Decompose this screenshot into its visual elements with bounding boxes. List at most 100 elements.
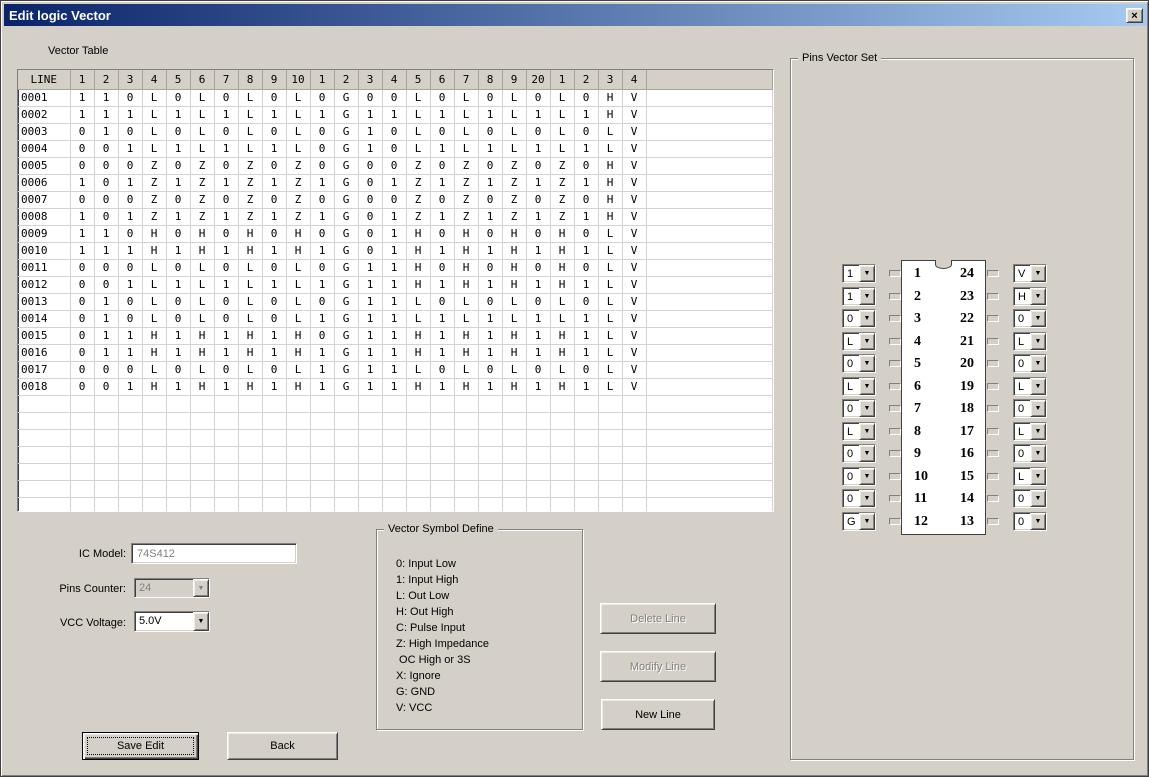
vector-table-row[interactable]: 0015011H1H1H1H0G11H1H1H1H1LV xyxy=(18,327,773,344)
back-button[interactable]: Back xyxy=(227,732,338,760)
vector-table-row[interactable]: 0018001H1H1H1H1G11H1H1H1H1LV xyxy=(18,378,773,395)
dropdown-arrow-icon[interactable]: ▼ xyxy=(859,400,875,417)
close-button[interactable]: × xyxy=(1126,8,1143,23)
vector-value-cell: 1 xyxy=(526,242,550,259)
pin-22-vector-select[interactable]: 0▼ xyxy=(1013,309,1047,328)
vector-value-cell: Z xyxy=(142,157,166,174)
dropdown-arrow-icon[interactable]: ▼ xyxy=(1030,423,1046,440)
vector-value-cell: H xyxy=(598,157,622,174)
dropdown-arrow-icon[interactable]: ▼ xyxy=(1030,513,1046,530)
pin-21-vector-select[interactable]: L▼ xyxy=(1013,332,1047,351)
vector-value-cell xyxy=(478,429,502,446)
dropdown-arrow-icon[interactable]: ▼ xyxy=(1030,355,1046,372)
vector-table-row[interactable]: 0008101Z1Z1Z1Z1G01Z1Z1Z1Z1HV xyxy=(18,208,773,225)
pin-17-vector-select[interactable]: L▼ xyxy=(1013,422,1047,441)
pin-1-vector-select[interactable]: 1▼ xyxy=(842,264,876,283)
pin-14-vector-select[interactable]: 0▼ xyxy=(1013,489,1047,508)
dropdown-arrow-icon[interactable]: ▼ xyxy=(859,310,875,327)
dropdown-arrow-icon[interactable]: ▼ xyxy=(859,333,875,350)
pin-6-vector-select[interactable]: L▼ xyxy=(842,377,876,396)
save-edit-button[interactable]: Save Edit xyxy=(82,732,199,760)
pin-stub xyxy=(889,495,901,502)
dropdown-arrow-icon[interactable]: ▼ xyxy=(859,490,875,507)
pin-13-vector-select[interactable]: 0▼ xyxy=(1013,512,1047,531)
vcc-voltage-select[interactable]: 5.0V ▼ xyxy=(134,611,210,632)
dropdown-arrow-icon[interactable]: ▼ xyxy=(1030,445,1046,462)
filler-cell xyxy=(646,225,773,242)
vector-table-row[interactable]: 0009110H0H0H0H0G01H0H0H0H0LV xyxy=(18,225,773,242)
dropdown-arrow-icon[interactable]: ▼ xyxy=(193,612,209,631)
vector-value-cell: L xyxy=(406,123,430,140)
vector-table-row[interactable]: 0011000L0L0L0L0G11H0H0H0H0LV xyxy=(18,259,773,276)
pin-vector-value: L xyxy=(843,333,859,350)
vector-value-cell: Z xyxy=(454,157,478,174)
dropdown-arrow-icon[interactable]: ▼ xyxy=(1030,310,1046,327)
vector-table-row[interactable]: 0017000L0L0L0L1G11L0L0L0L0LV xyxy=(18,361,773,378)
vcc-voltage-value: 5.0V xyxy=(135,612,193,631)
pin-15-vector-select[interactable]: L▼ xyxy=(1013,467,1047,486)
vector-value-cell xyxy=(598,480,622,497)
pin-number: 22 xyxy=(944,310,974,328)
vector-value-cell: L xyxy=(286,276,310,293)
vector-value-cell: V xyxy=(622,106,646,123)
dropdown-arrow-icon[interactable]: ▼ xyxy=(1030,333,1046,350)
pin-11-vector-select[interactable]: 0▼ xyxy=(842,489,876,508)
vector-table-row[interactable]: 0004001L1L1L1L0G10L1L1L1L1LV xyxy=(18,140,773,157)
vector-value-cell: 0 xyxy=(382,140,406,157)
pin-7-vector-select[interactable]: 0▼ xyxy=(842,399,876,418)
vector-value-cell: L xyxy=(502,123,526,140)
new-line-button[interactable]: New Line xyxy=(601,699,715,730)
vector-table-row[interactable]: 0003010L0L0L0L0G10L0L0L0L0LV xyxy=(18,123,773,140)
pin-16-vector-select[interactable]: 0▼ xyxy=(1013,444,1047,463)
vector-value-cell: 0 xyxy=(310,89,334,106)
vector-table[interactable]: LINE12345678910123456789201234 0001110L0… xyxy=(17,69,774,512)
dropdown-arrow-icon[interactable]: ▼ xyxy=(859,423,875,440)
dropdown-arrow-icon[interactable]: ▼ xyxy=(859,355,875,372)
vector-value-cell: 1 xyxy=(478,174,502,191)
pin-18-vector-select[interactable]: 0▼ xyxy=(1013,399,1047,418)
pin-3-vector-select[interactable]: 0▼ xyxy=(842,309,876,328)
vector-table-row[interactable]: 0001110L0L0L0L0G00L0L0L0L0HV xyxy=(18,89,773,106)
pin-2-vector-select[interactable]: 1▼ xyxy=(842,287,876,306)
line-number-cell xyxy=(18,412,70,429)
pin-8-vector-select[interactable]: L▼ xyxy=(842,422,876,441)
empty-table-row xyxy=(18,497,773,512)
vector-table-row[interactable]: 0005000Z0Z0Z0Z0G00Z0Z0Z0Z0HV xyxy=(18,157,773,174)
vector-value-cell xyxy=(70,446,94,463)
dropdown-arrow-icon[interactable]: ▼ xyxy=(1030,378,1046,395)
pin-20-vector-select[interactable]: 0▼ xyxy=(1013,354,1047,373)
dropdown-arrow-icon[interactable]: ▼ xyxy=(1030,265,1046,282)
vector-value-cell xyxy=(574,429,598,446)
dropdown-arrow-icon[interactable]: ▼ xyxy=(1030,468,1046,485)
dropdown-arrow-icon[interactable]: ▼ xyxy=(859,288,875,305)
vector-table-row[interactable]: 0016011H1H1H1H1G11H1H1H1H1LV xyxy=(18,344,773,361)
dropdown-arrow-icon[interactable]: ▼ xyxy=(859,468,875,485)
pin-24-vector-select[interactable]: V▼ xyxy=(1013,264,1047,283)
dropdown-arrow-icon[interactable]: ▼ xyxy=(859,445,875,462)
dropdown-arrow-icon[interactable]: ▼ xyxy=(859,513,875,530)
vector-table-row[interactable]: 0010111H1H1H1H1G01H1H1H1H1LV xyxy=(18,242,773,259)
vector-value-cell: 0 xyxy=(526,157,550,174)
dropdown-arrow-icon[interactable]: ▼ xyxy=(1030,400,1046,417)
vector-table-row[interactable]: 0002111L1L1L1L1G11L1L1L1L1HV xyxy=(18,106,773,123)
vector-value-cell: L xyxy=(454,89,478,106)
vector-table-row[interactable]: 0007000Z0Z0Z0Z0G00Z0Z0Z0Z0HV xyxy=(18,191,773,208)
pin-23-vector-select[interactable]: H▼ xyxy=(1013,287,1047,306)
pin-9-vector-select[interactable]: 0▼ xyxy=(842,444,876,463)
vector-table-row[interactable]: 0013010L0L0L0L0G11L0L0L0L0LV xyxy=(18,293,773,310)
dropdown-arrow-icon[interactable]: ▼ xyxy=(1030,490,1046,507)
pin-4-vector-select[interactable]: L▼ xyxy=(842,332,876,351)
dropdown-arrow-icon[interactable]: ▼ xyxy=(859,378,875,395)
vector-value-cell xyxy=(358,480,382,497)
dropdown-arrow-icon[interactable]: ▼ xyxy=(859,265,875,282)
pin-12-vector-select[interactable]: G▼ xyxy=(842,512,876,531)
pin-10-vector-select[interactable]: 0▼ xyxy=(842,467,876,486)
pin-5-vector-select[interactable]: 0▼ xyxy=(842,354,876,373)
ic-model-input: 74S412 xyxy=(131,543,297,564)
vector-table-row[interactable]: 0006101Z1Z1Z1Z1G01Z1Z1Z1Z1HV xyxy=(18,174,773,191)
vector-table-row[interactable]: 0014010L0L0L0L1G11L1L1L1L1LV xyxy=(18,310,773,327)
dropdown-arrow-icon[interactable]: ▼ xyxy=(1030,288,1046,305)
pin-19-vector-select[interactable]: L▼ xyxy=(1013,377,1047,396)
empty-table-row xyxy=(18,463,773,480)
vector-table-row[interactable]: 0012001L1L1L1L1G11H1H1H1H1LV xyxy=(18,276,773,293)
